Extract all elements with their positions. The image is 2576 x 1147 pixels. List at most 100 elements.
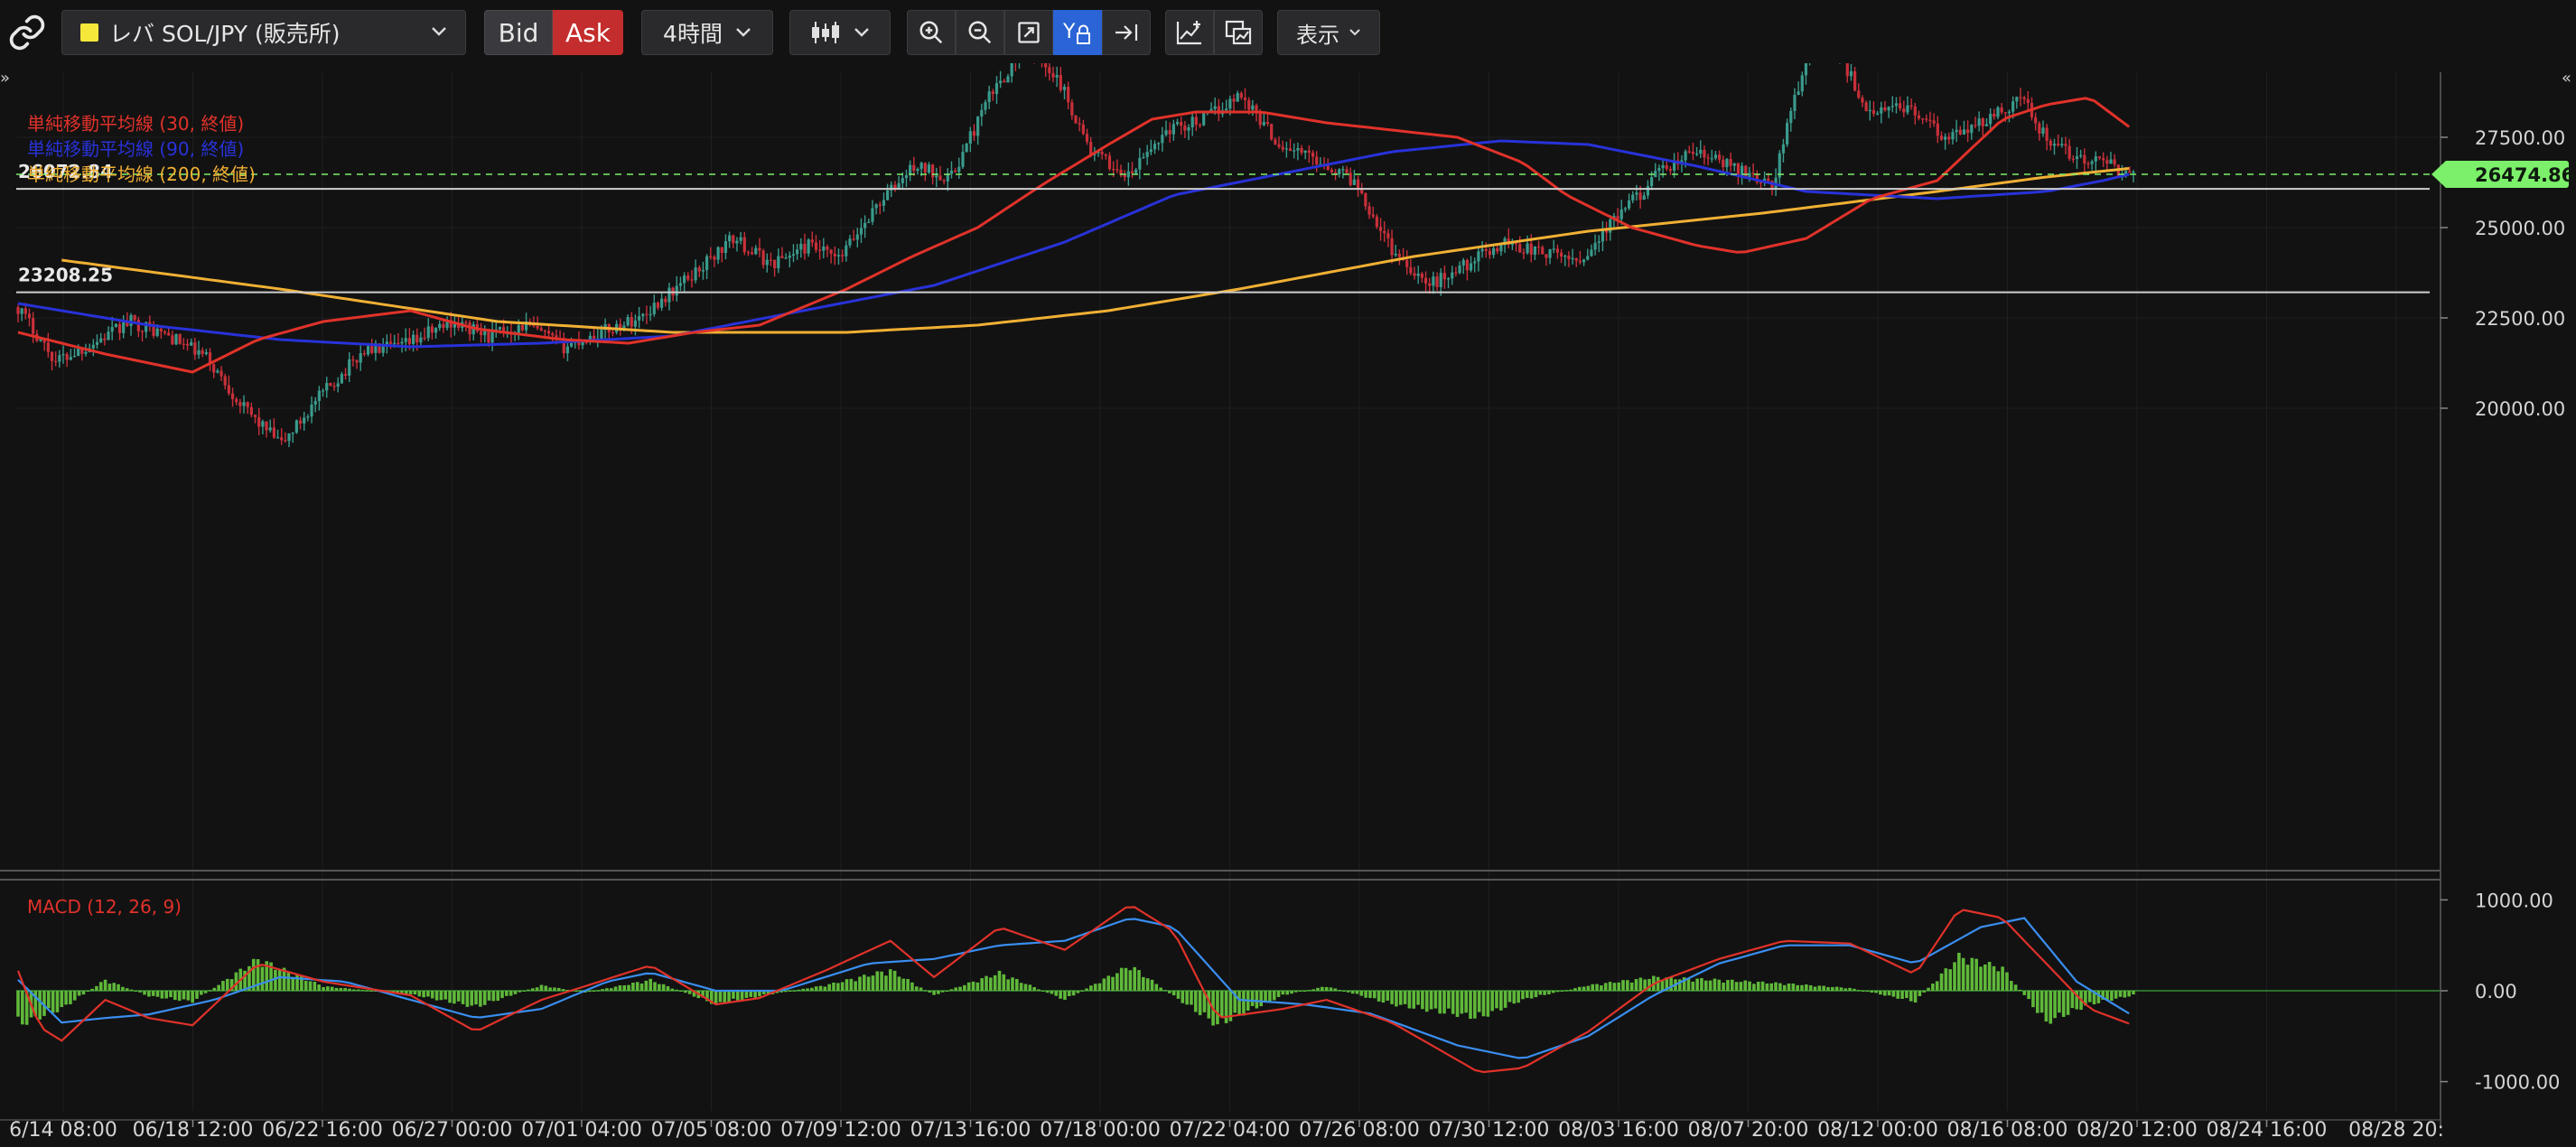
ma-legend-label[interactable]: 単純移動平均線 (30, 終値) xyxy=(27,113,244,135)
macd-histogram-bar xyxy=(522,991,526,992)
candle-body xyxy=(1578,260,1582,263)
macd-histogram-bar xyxy=(1713,978,1717,991)
candle-body xyxy=(1909,105,1913,107)
candle-body xyxy=(780,256,784,258)
macd-histogram-bar xyxy=(539,984,544,991)
macd-histogram-bar xyxy=(1944,968,1948,991)
candle-body xyxy=(1232,98,1236,102)
interval-label: 4時間 xyxy=(663,21,723,47)
macd-histogram-bar xyxy=(1774,982,1778,991)
candle-body xyxy=(1902,108,1906,113)
candle-body xyxy=(1251,105,1255,110)
macd-histogram-bar xyxy=(117,984,120,991)
candle-body xyxy=(1067,87,1070,103)
macd-histogram-bar xyxy=(1517,991,1520,1003)
time-tick-label: 07/13 16:00 xyxy=(910,1119,1031,1142)
zoom-in-button[interactable] xyxy=(907,10,956,55)
symbol-selector[interactable]: レバ SOL/JPY (販売所) xyxy=(61,10,466,55)
macd-histogram-bar xyxy=(77,991,81,996)
candle-body xyxy=(1729,159,1732,166)
candle-body xyxy=(442,323,445,329)
interval-selector[interactable]: 4時間 xyxy=(641,10,773,55)
macd-legend-label[interactable]: MACD (12, 26, 9) xyxy=(27,896,182,918)
macd-histogram-bar xyxy=(1019,983,1023,991)
candle-body xyxy=(546,331,551,334)
candle-body xyxy=(1394,254,1397,256)
macd-histogram-bar xyxy=(182,991,186,1000)
candle-body xyxy=(317,390,321,401)
display-menu-button[interactable]: 表示 xyxy=(1277,10,1380,55)
time-tick-label: 06/18 12:00 xyxy=(133,1119,254,1142)
macd-histogram-bar xyxy=(1242,991,1246,1016)
fit-screen-button[interactable] xyxy=(1004,10,1053,55)
ask-button[interactable]: Ask xyxy=(553,10,623,55)
expand-panel-icon[interactable]: » xyxy=(0,69,10,88)
macd-histogram-bar xyxy=(356,989,360,991)
candle-body xyxy=(1345,169,1349,173)
candle-body xyxy=(803,243,807,254)
time-tick-label: 08/16 08:00 xyxy=(1947,1119,2068,1142)
macd-histogram-bar xyxy=(1054,991,1059,996)
macd-histogram-bar xyxy=(426,991,430,997)
candle-body xyxy=(1213,106,1217,109)
zoom-out-button[interactable] xyxy=(956,10,1004,55)
candle-body xyxy=(2049,140,2052,146)
candle-body xyxy=(178,334,182,344)
ask-label: Ask xyxy=(565,17,611,48)
y-axis-lock-button[interactable]: Y xyxy=(1053,10,1102,55)
macd-histogram-bar xyxy=(863,974,866,991)
chart-type-selector[interactable] xyxy=(789,10,891,55)
bid-button[interactable]: Bid xyxy=(484,10,553,55)
candle-body xyxy=(219,370,223,377)
candle-body xyxy=(1887,107,1890,111)
candle-body xyxy=(1255,105,1258,112)
macd-histogram-bar xyxy=(2013,984,2018,991)
macd-histogram-bar xyxy=(1996,971,2001,991)
macd-histogram-bar xyxy=(901,978,906,991)
add-indicator-button[interactable] xyxy=(1165,10,1214,55)
scroll-to-latest-button[interactable] xyxy=(1102,10,1151,55)
candle-body xyxy=(343,374,348,376)
macd-histogram-bar xyxy=(2022,991,2027,995)
macd-histogram-bar xyxy=(627,984,630,991)
candle-body xyxy=(2102,158,2105,161)
collapse-panel-icon[interactable]: « xyxy=(2562,69,2571,88)
zoom-out-icon xyxy=(966,19,994,46)
macd-histogram-bar xyxy=(1843,988,1848,991)
macd-histogram-bar xyxy=(649,978,652,991)
chart-canvas[interactable]: 30518.8326072.8423208.25 30000.0027500.0… xyxy=(0,63,2576,1147)
candle-body xyxy=(1619,209,1623,219)
candle-body xyxy=(1390,238,1394,256)
macd-histogram-bar xyxy=(1861,991,1865,992)
candle-body xyxy=(1876,113,1880,115)
macd-histogram-bar xyxy=(1891,991,1896,997)
macd-histogram-bar xyxy=(2044,991,2049,1022)
macd-histogram-bar xyxy=(1939,973,1944,991)
candle-body xyxy=(72,356,77,358)
macd-histogram-bar xyxy=(1787,983,1791,991)
macd-histogram-bar xyxy=(932,991,936,995)
link-icon[interactable] xyxy=(7,13,47,52)
macd-histogram-bar xyxy=(1874,991,1878,993)
compare-button[interactable] xyxy=(1214,10,1263,55)
macd-histogram-bar xyxy=(1429,991,1433,1010)
candle-body xyxy=(1107,155,1112,170)
candle-body xyxy=(50,351,54,361)
macd-histogram-bar xyxy=(487,991,491,1001)
candle-body xyxy=(2075,156,2079,160)
macd-histogram-bar xyxy=(1573,988,1577,991)
macd-histogram-bar xyxy=(1324,986,1329,991)
candle-body xyxy=(1722,159,1725,168)
macd-histogram-bar xyxy=(1372,991,1377,999)
macd-histogram-bar xyxy=(461,991,465,1004)
candle-body xyxy=(332,386,336,387)
ma-legend-label[interactable]: 単純移動平均線 (90, 終値) xyxy=(27,138,244,160)
macd-histogram-bar xyxy=(125,988,129,991)
macd-histogram-bar xyxy=(326,986,330,991)
candle-body xyxy=(1112,169,1115,171)
macd-histogram-bar xyxy=(470,991,474,1006)
candle-body xyxy=(965,144,968,153)
candle-body xyxy=(2109,159,2113,164)
ma-legend-label[interactable]: 単純移動平均線 (200, 終値) xyxy=(27,163,256,185)
macd-histogram-bar xyxy=(605,988,609,991)
